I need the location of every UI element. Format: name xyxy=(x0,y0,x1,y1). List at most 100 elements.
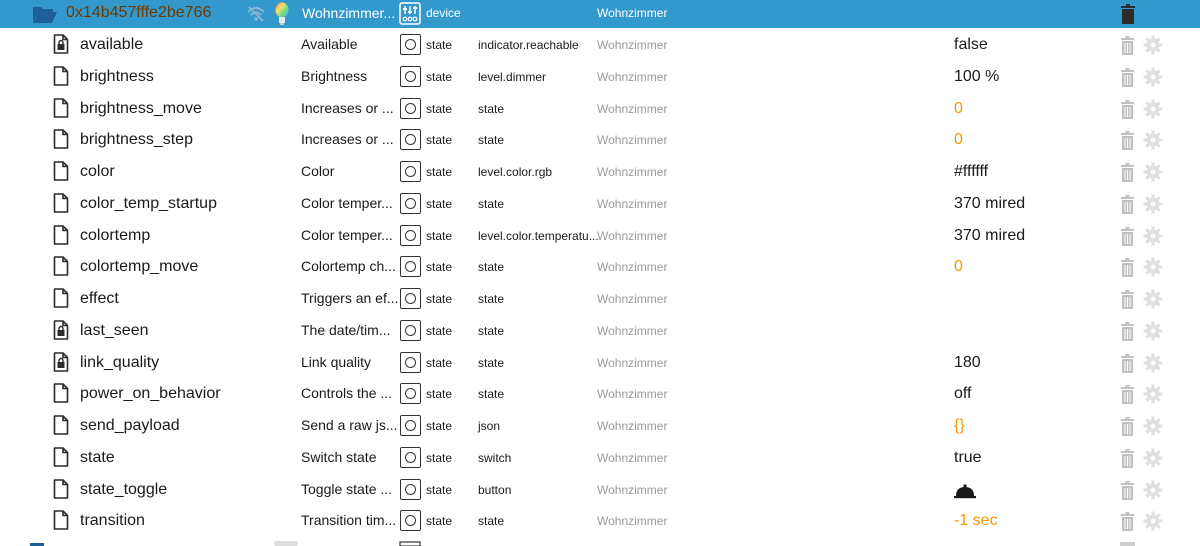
state-value[interactable]: {} xyxy=(954,417,965,435)
state-row[interactable]: state_toggle Toggle state ... state butt… xyxy=(0,474,1200,506)
state-role: state xyxy=(478,514,505,529)
trash-icon[interactable] xyxy=(1120,226,1135,246)
state-room: Wohnzimmer xyxy=(597,387,668,402)
state-row[interactable]: brightness_step Increases or ... state s… xyxy=(0,124,1200,156)
trash-icon[interactable] xyxy=(1120,99,1135,119)
gear-icon[interactable] xyxy=(1143,67,1163,87)
state-role: switch xyxy=(478,450,512,465)
file-icon xyxy=(53,510,69,531)
state-row[interactable]: colortemp_move Colortemp ch... state sta… xyxy=(0,251,1200,283)
state-type-icon xyxy=(400,510,421,532)
state-value[interactable]: false xyxy=(954,36,988,54)
state-row[interactable]: state Switch state state switch Wohnzimm… xyxy=(0,442,1200,474)
trash-icon[interactable] xyxy=(1120,417,1135,436)
trash-icon[interactable] xyxy=(1120,385,1135,405)
gear-icon[interactable] xyxy=(1143,130,1163,150)
state-type: state xyxy=(426,323,453,338)
trash-icon[interactable] xyxy=(1120,512,1135,532)
gear-icon[interactable] xyxy=(1143,257,1163,277)
state-role: state xyxy=(478,133,505,148)
state-row[interactable]: colortemp Color temper... state level.co… xyxy=(0,220,1200,252)
gear-icon[interactable] xyxy=(1143,416,1163,436)
device-id: 0x14b457fffe2be766 xyxy=(66,4,212,21)
trash-icon[interactable] xyxy=(1120,321,1135,341)
state-description: Transition tim... xyxy=(301,512,397,529)
trash-icon[interactable] xyxy=(1120,290,1135,309)
gear-icon[interactable] xyxy=(1143,226,1163,246)
state-row[interactable]: effect Triggers an ef... state state Woh… xyxy=(0,283,1200,315)
state-row[interactable]: link_quality Link quality state state Wo… xyxy=(0,347,1200,379)
trash-icon[interactable] xyxy=(1120,353,1135,373)
state-name: effect xyxy=(80,290,119,307)
state-type-icon xyxy=(400,415,421,436)
state-value[interactable]: 0 xyxy=(954,258,963,276)
state-name: transition xyxy=(80,512,145,530)
state-value[interactable]: 100 % xyxy=(954,68,999,86)
state-role: json xyxy=(478,419,501,433)
gear-icon[interactable] xyxy=(1143,194,1163,214)
state-value[interactable]: -1 sec xyxy=(954,512,998,530)
state-value[interactable]: 180 xyxy=(954,354,981,372)
trash-icon[interactable] xyxy=(1120,480,1135,500)
state-room: Wohnzimmer xyxy=(597,482,668,497)
state-value[interactable]: 370 mired xyxy=(954,227,1025,245)
state-type: state xyxy=(426,101,453,116)
gear-icon[interactable] xyxy=(1143,480,1163,500)
trash-icon[interactable] xyxy=(1120,36,1135,55)
trash-icon[interactable] xyxy=(1120,448,1135,468)
trash-icon[interactable] xyxy=(1120,258,1135,278)
state-value[interactable]: #ffffff xyxy=(954,163,988,181)
state-value[interactable]: 0 xyxy=(954,131,963,149)
state-row[interactable]: available Available state indicator.reac… xyxy=(0,29,1200,61)
gear-icon[interactable] xyxy=(1143,353,1163,373)
state-room: Wohnzimmer xyxy=(597,323,668,338)
trash-icon[interactable] xyxy=(1120,67,1135,87)
trash-icon[interactable] xyxy=(1120,194,1135,214)
bulb-icon xyxy=(275,2,289,25)
state-type-icon xyxy=(400,192,421,214)
state-description: Brightness xyxy=(301,67,368,84)
locked-file-icon xyxy=(53,319,69,340)
state-room: Wohnzimmer xyxy=(597,38,668,52)
gear-icon[interactable] xyxy=(1143,289,1163,309)
state-description: Toggle state ... xyxy=(301,480,393,497)
folder-open-icon[interactable] xyxy=(32,4,58,24)
state-type-icon xyxy=(400,446,421,468)
gear-icon[interactable] xyxy=(1143,448,1163,468)
state-value[interactable]: true xyxy=(954,449,982,467)
state-row[interactable]: send_payload Send a raw js... state json… xyxy=(0,410,1200,442)
file-icon xyxy=(53,446,69,467)
state-value[interactable]: 370 mired xyxy=(954,195,1025,213)
state-name: color xyxy=(80,163,115,180)
state-role: state xyxy=(478,260,505,275)
state-room: Wohnzimmer xyxy=(597,133,668,148)
state-room: Wohnzimmer xyxy=(597,514,668,529)
state-type-icon xyxy=(400,256,421,278)
state-row[interactable]: color Color state level.color.rgb Wohnzi… xyxy=(0,156,1200,188)
trash-icon[interactable] xyxy=(1120,163,1135,182)
gear-icon[interactable] xyxy=(1143,511,1163,531)
trash-icon[interactable] xyxy=(1120,4,1136,24)
trash-icon[interactable] xyxy=(1120,131,1135,151)
gear-icon[interactable] xyxy=(1143,384,1163,404)
state-row[interactable]: last_seen The date/tim... state state Wo… xyxy=(0,315,1200,347)
state-room: Wohnzimmer xyxy=(597,228,668,243)
gear-icon[interactable] xyxy=(1143,321,1163,341)
gear-icon[interactable] xyxy=(1143,35,1163,55)
state-row[interactable]: power_on_behavior Controls the ... state… xyxy=(0,378,1200,410)
device-type-icon xyxy=(399,2,421,25)
state-value[interactable]: off xyxy=(954,385,972,403)
state-row[interactable]: transition Transition tim... state state… xyxy=(0,505,1200,537)
gear-icon[interactable] xyxy=(1143,162,1163,182)
bell-icon[interactable] xyxy=(954,483,976,499)
state-type-icon xyxy=(400,383,421,405)
state-description: Increases or ... xyxy=(301,131,394,148)
state-row[interactable]: brightness_move Increases or ... state s… xyxy=(0,93,1200,125)
device-header-row[interactable]: 0x14b457fffe2be766 Wohnzimmer... device … xyxy=(0,0,1200,28)
gear-icon[interactable] xyxy=(1143,99,1163,119)
state-value[interactable]: 0 xyxy=(954,100,963,118)
state-row[interactable]: color_temp_startup Color temper... state… xyxy=(0,188,1200,220)
state-type: state xyxy=(426,165,453,179)
state-row[interactable]: brightness Brightness state level.dimmer… xyxy=(0,61,1200,93)
state-name: power_on_behavior xyxy=(80,385,221,403)
